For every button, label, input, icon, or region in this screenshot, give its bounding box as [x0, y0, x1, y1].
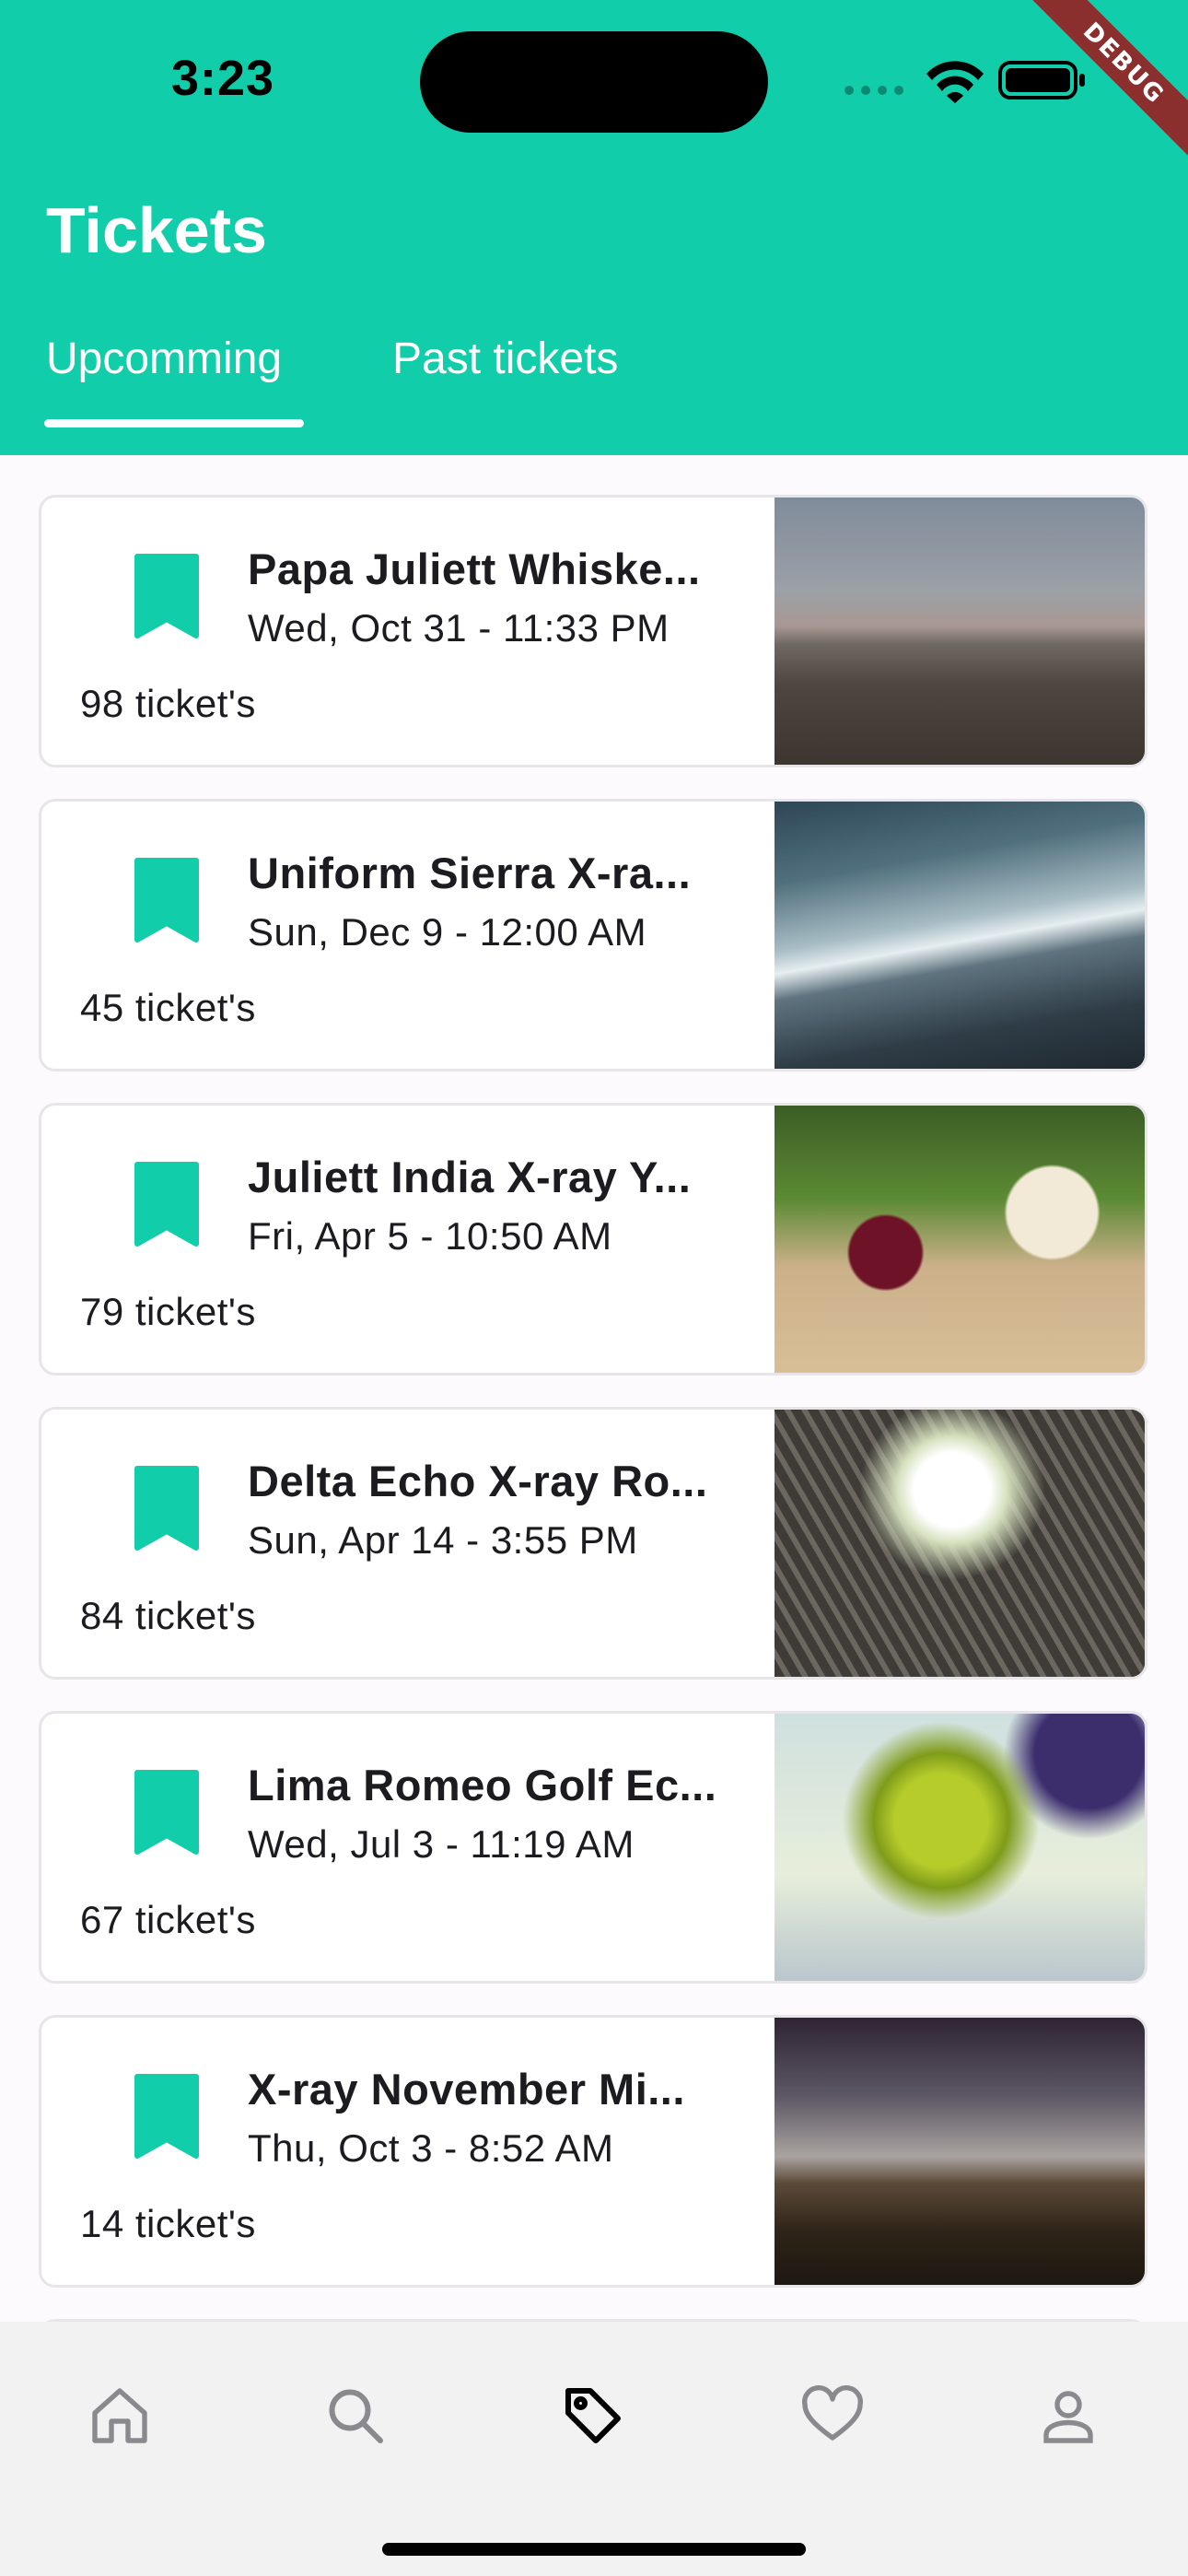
- page-title: Tickets: [46, 194, 267, 266]
- ticket-date: Wed, Jul 3 - 11:19 AM: [248, 1822, 635, 1866]
- ticket-date: Fri, Apr 5 - 10:50 AM: [248, 1214, 612, 1258]
- home-icon: [92, 2388, 147, 2443]
- bookmark-icon: [134, 2074, 199, 2159]
- nav-home[interactable]: [64, 2360, 175, 2471]
- bookmark-icon: [134, 1466, 199, 1551]
- ticket-card[interactable]: Juliett India X-ray Y... Fri, Apr 5 - 10…: [39, 1103, 1147, 1376]
- bookmark-icon: [134, 554, 199, 638]
- ticket-image-ocean-waves: [775, 802, 1145, 1069]
- ticket-card[interactable]: Uniform Sierra X-ra... Sun, Dec 9 - 12:0…: [39, 799, 1147, 1071]
- ticket-date: Thu, Oct 3 - 8:52 AM: [248, 2126, 614, 2170]
- tab-upcoming[interactable]: Upcomming: [46, 334, 282, 384]
- ticket-title: X-ray November Mi...: [248, 2065, 685, 2113]
- person-icon: [1043, 2391, 1093, 2443]
- ticket-image-misty-field: [775, 498, 1145, 765]
- wifi-icon: [926, 61, 984, 103]
- ticket-count: 79 ticket's: [80, 1290, 256, 1333]
- bookmark-icon: [134, 858, 199, 943]
- ticket-card[interactable]: Papa Juliett Whiske... Wed, Oct 31 - 11:…: [39, 495, 1147, 767]
- ticket-title: Delta Echo X-ray Ro...: [248, 1457, 708, 1505]
- tab-past-tickets[interactable]: Past tickets: [392, 334, 618, 384]
- bookmark-icon: [134, 1162, 199, 1247]
- ticket-title: Lima Romeo Golf Ec...: [248, 1761, 717, 1809]
- nav-tickets[interactable]: [538, 2360, 648, 2471]
- ticket-card[interactable]: Delta Echo X-ray Ro... Sun, Apr 14 - 3:5…: [39, 1407, 1147, 1680]
- app-header: 3:23 DEBUG Tickets Upcomming Past ticket…: [0, 0, 1188, 455]
- ticket-count: 14 ticket's: [80, 2202, 256, 2245]
- ticket-date: Sun, Apr 14 - 3:55 PM: [248, 1518, 638, 1562]
- nav-profile[interactable]: [1013, 2360, 1124, 2471]
- ticket-image-vegetables: [775, 1106, 1145, 1373]
- ticket-title: Uniform Sierra X-ra...: [248, 849, 692, 897]
- ticket-date: Wed, Oct 31 - 11:33 PM: [248, 606, 670, 650]
- bookmark-icon: [134, 1770, 199, 1855]
- dynamic-island: [420, 31, 768, 133]
- tab-indicator: [44, 419, 304, 427]
- ticket-count: 45 ticket's: [80, 986, 256, 1029]
- ticket-title: Juliett India X-ray Y...: [248, 1153, 692, 1201]
- ticket-count: 84 ticket's: [80, 1594, 256, 1637]
- debug-ribbon: DEBUG: [1004, 0, 1188, 184]
- ticket-card[interactable]: Lima Romeo Golf Ec... Wed, Jul 3 - 11:19…: [39, 1711, 1147, 1984]
- status-time: 3:23: [171, 51, 275, 106]
- ticket-card[interactable]: X-ray November Mi... Thu, Oct 3 - 8:52 A…: [39, 2015, 1147, 2288]
- signal-icon: [844, 86, 903, 95]
- ticket-title: Papa Juliett Whiske...: [248, 544, 701, 593]
- tag-icon: [565, 2388, 621, 2443]
- ticket-count: 98 ticket's: [80, 682, 256, 725]
- ticket-date: Sun, Dec 9 - 12:00 AM: [248, 910, 647, 954]
- ticket-count: 67 ticket's: [80, 1898, 256, 1941]
- nav-favorites[interactable]: [777, 2360, 888, 2471]
- debug-label: DEBUG: [1025, 0, 1188, 162]
- heart-icon: [802, 2385, 863, 2441]
- ticket-image-building-skyward: [775, 1410, 1145, 1677]
- home-indicator: [382, 2543, 806, 2556]
- bottom-navigation: [0, 2322, 1188, 2576]
- nav-search[interactable]: [300, 2360, 411, 2471]
- search-icon: [329, 2389, 383, 2443]
- ticket-image-mountain-dusk: [775, 2018, 1145, 2285]
- ticket-image-green-leaves: [775, 1714, 1145, 1981]
